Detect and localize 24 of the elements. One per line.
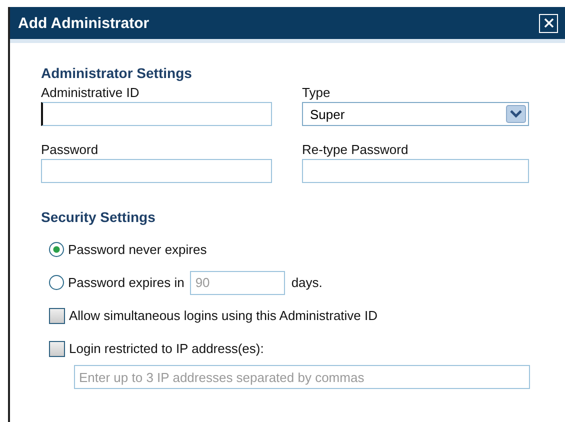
option-label: Password never expires	[68, 242, 207, 257]
text-field[interactable]	[41, 102, 272, 126]
ip-address-field[interactable]: Enter up to 3 IP addresses separated by commas	[74, 365, 530, 389]
chevron-down-icon	[506, 105, 526, 123]
close-icon	[542, 16, 556, 30]
checkbox[interactable]	[49, 340, 65, 356]
radio-button[interactable]	[49, 242, 64, 257]
password-field[interactable]	[302, 159, 529, 183]
days-label: days.	[291, 275, 322, 290]
section-heading: Security Settings	[41, 209, 156, 225]
checkbox-label: Allow simultaneous logins using this Administrative ID	[69, 308, 378, 323]
checkbox-label: Login restricted to IP address(es):	[69, 341, 264, 356]
section-heading: Administrator Settings	[41, 65, 193, 81]
field-label: Re-type Password	[302, 142, 410, 157]
option-label: Password expires in	[68, 275, 184, 290]
type-dropdown[interactable]: Super	[302, 102, 529, 126]
field-label: Administrative ID	[41, 85, 140, 100]
checkbox[interactable]	[49, 308, 65, 324]
field-label: Password	[41, 142, 100, 157]
password-field[interactable]	[41, 159, 272, 183]
window-title: Add Administrator	[18, 14, 150, 32]
field-label: Type	[302, 85, 332, 100]
radio-button[interactable]	[49, 275, 64, 290]
close-button[interactable]	[539, 14, 558, 32]
